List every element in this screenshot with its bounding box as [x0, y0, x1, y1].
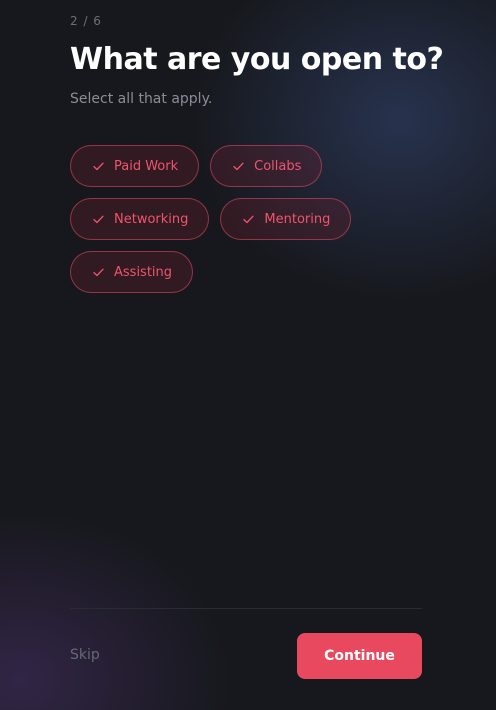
option-chips: Paid Work Collabs Networking Mentoring A…	[70, 145, 430, 304]
option-chip-collabs[interactable]: Collabs	[210, 145, 323, 187]
page-title: What are you open to?	[70, 42, 444, 77]
onboarding-screen: 2 / 6 What are you open to? Select all t…	[0, 0, 496, 710]
option-chip-label: Collabs	[254, 158, 302, 174]
skip-link[interactable]: Skip	[70, 647, 100, 663]
chip-row: Paid Work Collabs	[70, 145, 430, 187]
check-icon	[93, 162, 104, 170]
option-chip-mentoring[interactable]: Mentoring	[220, 198, 352, 240]
option-chip-assisting[interactable]: Assisting	[70, 251, 194, 293]
check-icon	[93, 215, 104, 223]
page-subtitle: Select all that apply.	[70, 91, 213, 107]
option-chip-label: Paid Work	[114, 158, 179, 174]
option-chip-label: Mentoring	[264, 211, 331, 227]
option-chip-label: Assisting	[114, 264, 173, 280]
option-chip-networking[interactable]: Networking	[70, 198, 210, 240]
check-icon	[243, 215, 255, 223]
step-indicator: 2 / 6	[70, 14, 102, 28]
footer-divider	[70, 608, 422, 609]
chip-row: Assisting	[70, 251, 430, 293]
continue-button[interactable]: Continue	[297, 633, 422, 679]
check-icon	[233, 162, 244, 170]
check-icon	[93, 268, 104, 276]
option-chip-paid-work[interactable]: Paid Work	[70, 145, 200, 187]
chip-row: Networking Mentoring	[70, 198, 430, 240]
option-chip-label: Networking	[114, 211, 189, 227]
